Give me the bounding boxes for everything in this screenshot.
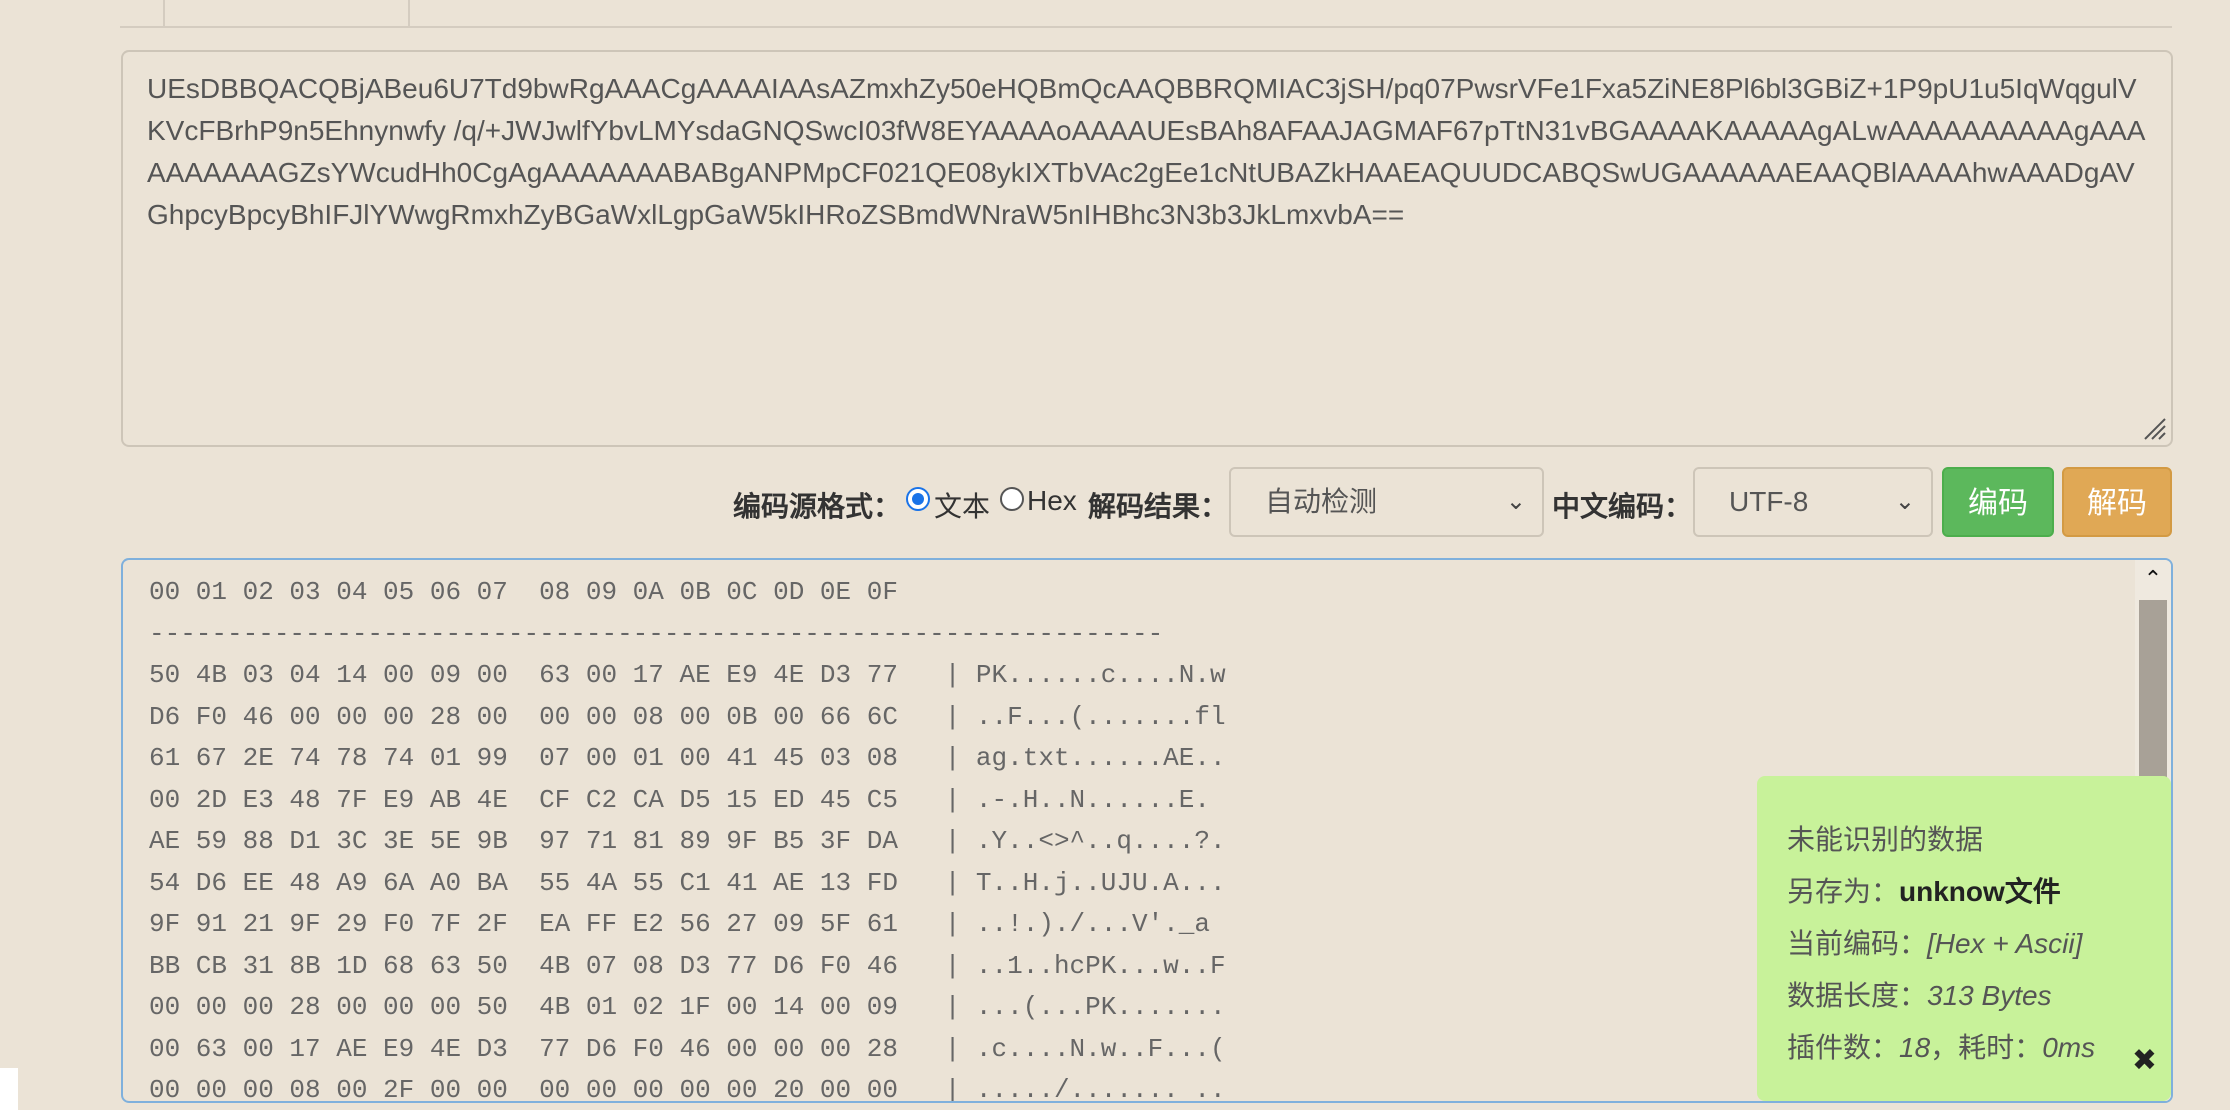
base64-input-textarea[interactable]: UEsDBBQACQBjABeu6U7Td9bwRgAAACgAAAAIAAsA…	[121, 50, 2173, 447]
source-format-label: 编码源格式：	[733, 491, 902, 522]
chinese-encoding-label: 中文编码：	[1552, 491, 1693, 522]
radio-text[interactable]	[906, 487, 930, 511]
chinese-encoding-select[interactable]: UTF-8 ⌄	[1693, 467, 1933, 537]
radio-hex-label[interactable]: Hex	[1027, 485, 1077, 517]
length-value: 313 Bytes	[1927, 980, 2052, 1011]
tab-bar-divider	[120, 26, 2172, 28]
tab-stub[interactable]	[163, 0, 410, 27]
time-label: ，耗时：	[1930, 1032, 2043, 1063]
plugins-label: 插件数：	[1787, 1032, 1900, 1063]
chinese-encoding-value: UTF-8	[1729, 486, 1809, 517]
save-as-link[interactable]: unknow文件	[1899, 876, 2061, 907]
page-corner-fragment	[0, 1068, 18, 1110]
decode-result-select[interactable]: 自动检测 ⌄	[1229, 467, 1544, 537]
save-as-label: 另存为：	[1787, 876, 1900, 907]
radio-hex[interactable]	[1000, 487, 1024, 511]
decode-result-label: 解码结果：	[1088, 491, 1229, 522]
info-unrecognized: 未能识别的数据	[1787, 824, 1984, 855]
info-encoding: 当前编码：[Hex + Ascii]	[1787, 918, 2141, 970]
length-label: 数据长度：	[1787, 980, 1928, 1011]
info-plugins: 插件数：18，耗时：0ms	[1787, 1022, 2141, 1074]
encoding-value: [Hex + Ascii]	[1927, 928, 2083, 959]
chevron-down-icon: ⌄	[1894, 488, 1915, 515]
info-save-as: 另存为：unknow文件	[1787, 866, 2141, 918]
info-length: 数据长度：313 Bytes	[1787, 970, 2141, 1022]
encode-button[interactable]: 编码	[1942, 467, 2054, 537]
chevron-down-icon: ⌄	[1505, 488, 1526, 515]
base64-input-text: UEsDBBQACQBjABeu6U7Td9bwRgAAACgAAAAIAAsA…	[147, 73, 2146, 230]
decode-result-value: 自动检测	[1265, 486, 1378, 517]
resize-grip-icon[interactable]	[2139, 413, 2167, 441]
plugins-value: 18	[1899, 1032, 1931, 1063]
chevron-up-icon[interactable]: ⌃	[2135, 560, 2171, 598]
hex-dump-text: 00 01 02 03 04 05 06 07 08 09 0A 0B 0C 0…	[149, 577, 1226, 1103]
encoding-label: 当前编码：	[1787, 928, 1928, 959]
decode-button[interactable]: 解码	[2062, 467, 2172, 537]
radio-text-label[interactable]: 文本	[934, 485, 990, 525]
close-icon[interactable]: ✖	[2132, 1035, 2157, 1087]
time-value: 0ms	[2042, 1032, 2096, 1063]
info-panel: 未能识别的数据 另存为：unknow文件 当前编码：[Hex + Ascii] …	[1757, 776, 2171, 1101]
controls-bar: 编码源格式： 文本 Hex 解码结果： 自动检测 ⌄ 中文编码： UTF-8 ⌄…	[0, 467, 2230, 539]
